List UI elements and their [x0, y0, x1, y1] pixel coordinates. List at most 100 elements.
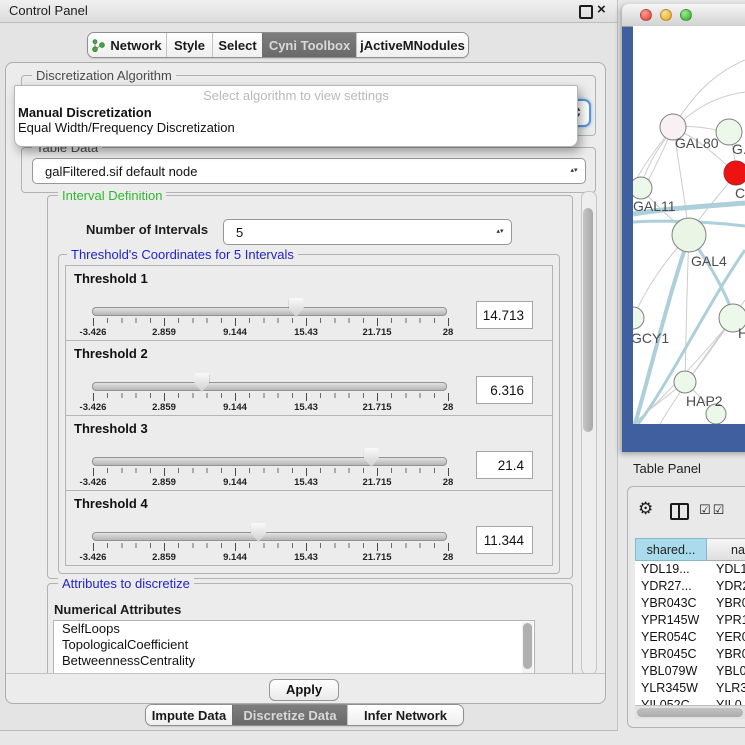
- table-data-combo[interactable]: galFiltered.sif default node ▴▾: [32, 158, 586, 184]
- cell[interactable]: YBR0: [707, 595, 745, 612]
- close-button[interactable]: [640, 9, 652, 21]
- cell[interactable]: YDL1: [707, 561, 745, 578]
- combo-stepper-icon: ▴▾: [566, 168, 582, 174]
- node-gal4[interactable]: [672, 218, 706, 252]
- threshold-3-value-field[interactable]: 21.4: [476, 451, 533, 479]
- threshold-2-value-field[interactable]: 6.316: [476, 376, 533, 404]
- table-row[interactable]: YIL052CYIL0: [635, 697, 745, 705]
- cell[interactable]: YBR0: [707, 646, 745, 663]
- cell[interactable]: YDR27...: [635, 578, 707, 595]
- cell[interactable]: YLR3: [707, 680, 745, 697]
- cell[interactable]: YIL0: [707, 697, 745, 705]
- tab-infer-network[interactable]: Infer Network: [347, 705, 463, 725]
- table-row[interactable]: YER054CYER0: [635, 629, 745, 646]
- combo-stepper-icon: ▴▾: [492, 229, 508, 235]
- slider-track[interactable]: [92, 532, 447, 541]
- node-gal11[interactable]: [633, 177, 652, 199]
- table-horizontal-scrollbar[interactable]: [635, 705, 745, 719]
- tick-label: 9.144: [223, 327, 247, 338]
- table-row[interactable]: YBR045CYBR0: [635, 646, 745, 663]
- node-gcy1[interactable]: [633, 307, 644, 329]
- threshold-1-label: Threshold 1: [74, 271, 148, 286]
- threshold-3-label: Threshold 3: [74, 421, 148, 436]
- close-icon[interactable]: ×: [597, 1, 606, 18]
- algorithm-option-equal-width[interactable]: Equal Width/Frequency Discretization: [15, 120, 577, 135]
- cell[interactable]: YBR043C: [635, 595, 707, 612]
- scrollbar-thumb[interactable]: [637, 708, 743, 717]
- tab-jactivemnodules[interactable]: jActiveMNodules: [356, 33, 468, 57]
- cell[interactable]: YIL052C: [635, 697, 707, 705]
- tab-network[interactable]: Network: [88, 33, 166, 57]
- number-of-intervals-combo[interactable]: 5 ▴▾: [223, 219, 512, 245]
- list-item[interactable]: BetweennessCentrality: [54, 653, 534, 669]
- node-label: GAL11: [633, 198, 676, 214]
- table-row[interactable]: YDR27...YDR2: [635, 578, 745, 595]
- scrollbar-thumb[interactable]: [523, 623, 532, 669]
- table-panel-title: Table Panel: [633, 461, 701, 476]
- tick-label: 21.715: [362, 552, 391, 563]
- zoom-button[interactable]: [680, 9, 692, 21]
- cell[interactable]: YDL19...: [635, 561, 707, 578]
- threshold-1-value-field[interactable]: 14.713: [476, 301, 533, 329]
- apply-button[interactable]: Apply: [269, 679, 339, 701]
- minimize-button[interactable]: [660, 9, 672, 21]
- float-window-icon[interactable]: [579, 5, 593, 19]
- table-row[interactable]: YBR043CYBR0: [635, 595, 745, 612]
- table-row[interactable]: YBL079WYBL0: [635, 663, 745, 680]
- threshold-4-value-field[interactable]: 11.344: [476, 526, 533, 554]
- tick-label: 15.43: [294, 402, 318, 413]
- threshold-4-slider[interactable]: [92, 522, 445, 544]
- tick-label: 21.715: [362, 477, 391, 488]
- cell[interactable]: YLR345W: [635, 680, 707, 697]
- cell[interactable]: YBL0: [707, 663, 745, 680]
- algorithm-popup-prompt: Select algorithm to view settings: [15, 86, 577, 105]
- tab-select[interactable]: Select: [212, 33, 262, 57]
- cell[interactable]: YPR145W: [635, 612, 707, 629]
- attributes-list-scrollbar[interactable]: [522, 622, 533, 673]
- tab-impute-data[interactable]: Impute Data: [146, 705, 232, 725]
- checkboxes-icon[interactable]: ☑☑: [699, 502, 726, 518]
- columns-icon[interactable]: [670, 503, 689, 520]
- tick-label: 28: [443, 327, 454, 338]
- cell[interactable]: YBR045C: [635, 646, 707, 663]
- settings-vertical-scrollbar[interactable]: [581, 191, 597, 675]
- slider-track[interactable]: [92, 457, 447, 466]
- threshold-3-slider[interactable]: [92, 447, 445, 469]
- cell[interactable]: YER0: [707, 629, 745, 646]
- node-label: GAL4: [691, 253, 727, 269]
- number-of-intervals-value: 5: [224, 225, 492, 240]
- threshold-1-slider[interactable]: [92, 297, 445, 319]
- network-icon: [92, 39, 105, 52]
- column-header-name[interactable]: na: [707, 538, 745, 561]
- tab-select-label: Select: [218, 38, 256, 53]
- cell[interactable]: YER054C: [635, 629, 707, 646]
- threshold-2-panel: Threshold 2 -3.426 2.859 9.144: [65, 340, 553, 416]
- slider-track[interactable]: [92, 382, 447, 391]
- table-row[interactable]: YPR145WYPR1: [635, 612, 745, 629]
- threshold-2-slider[interactable]: [92, 372, 445, 394]
- tick-label: 2.859: [152, 402, 176, 413]
- cell[interactable]: YDR2: [707, 578, 745, 595]
- list-item[interactable]: SelfLoops: [54, 621, 534, 637]
- gear-icon[interactable]: ⚙: [638, 499, 653, 519]
- slider-major-ticks: [93, 543, 449, 551]
- node-hap2[interactable]: [674, 371, 696, 393]
- slider-major-ticks: [93, 318, 449, 326]
- tab-style[interactable]: Style: [166, 33, 212, 57]
- tab-discretize-data[interactable]: Discretize Data: [232, 705, 347, 725]
- node-selected-red[interactable]: [724, 161, 745, 185]
- table-row[interactable]: YDL19...YDL1: [635, 561, 745, 578]
- cell[interactable]: YBL079W: [635, 663, 707, 680]
- network-canvas[interactable]: GAL80 G. C GAL11 GAL4 GCY1 H HAP2: [633, 26, 745, 424]
- table-data-group: Table Data galFiltered.sif default node …: [21, 147, 596, 193]
- column-header-shared-name[interactable]: shared...: [635, 538, 707, 561]
- network-window-titlebar[interactable]: [622, 4, 745, 27]
- tab-cyni-toolbox[interactable]: Cyni Toolbox: [262, 33, 356, 57]
- slider-track[interactable]: [92, 307, 447, 316]
- scrollbar-thumb[interactable]: [583, 208, 593, 432]
- cell[interactable]: YPR1: [707, 612, 745, 629]
- threshold-3-panel: Threshold 3 -3.426 2.859 9.144: [65, 415, 553, 491]
- table-row[interactable]: YLR345WYLR3: [635, 680, 745, 697]
- algorithm-option-manual[interactable]: Manual Discretization: [15, 105, 577, 120]
- list-item[interactable]: TopologicalCoefficient: [54, 637, 534, 653]
